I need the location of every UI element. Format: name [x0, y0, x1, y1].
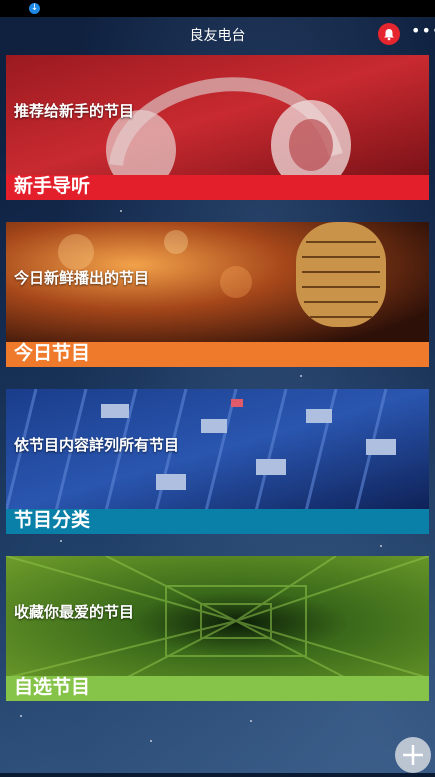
card-program-categories[interactable]: 依节目内容詳列所有节目 节目分类 [6, 389, 429, 534]
more-dots-icon[interactable]: ••• [411, 21, 435, 40]
star [120, 210, 122, 212]
category-label: 节目分类 [14, 509, 91, 531]
plus-icon [403, 745, 423, 765]
star [300, 375, 302, 377]
download-status-icon: ↓ [29, 3, 40, 14]
notification-button[interactable] [378, 23, 400, 45]
bell-icon [384, 28, 394, 40]
star [20, 715, 22, 717]
card-favorite-programs[interactable]: 收藏你最爱的节目 自选节目 [6, 556, 429, 701]
card-subtitle: 依节目内容詳列所有节目 [14, 436, 180, 454]
card-subtitle: 今日新鲜播出的节目 [14, 269, 150, 287]
card-subtitle: 推荐给新手的节目 [14, 102, 135, 120]
status-bar: ↓ [0, 0, 435, 17]
star [150, 740, 152, 742]
star [60, 540, 62, 542]
star [250, 720, 252, 722]
app-title: 良友电台 [189, 28, 246, 44]
add-button[interactable] [395, 737, 431, 773]
card-today-programs[interactable]: 今日新鲜播出的节目 今日节目 [6, 222, 429, 367]
app-header: 良友电台 ••• [0, 17, 435, 53]
card-subtitle: 收藏你最爱的节目 [14, 603, 135, 621]
category-label: 新手导听 [14, 175, 91, 197]
card-beginner-guide[interactable]: 推荐给新手的节目 新手导听 [6, 55, 429, 200]
category-label: 今日节目 [14, 342, 91, 364]
star [380, 545, 382, 547]
category-label: 自选节目 [14, 676, 91, 698]
